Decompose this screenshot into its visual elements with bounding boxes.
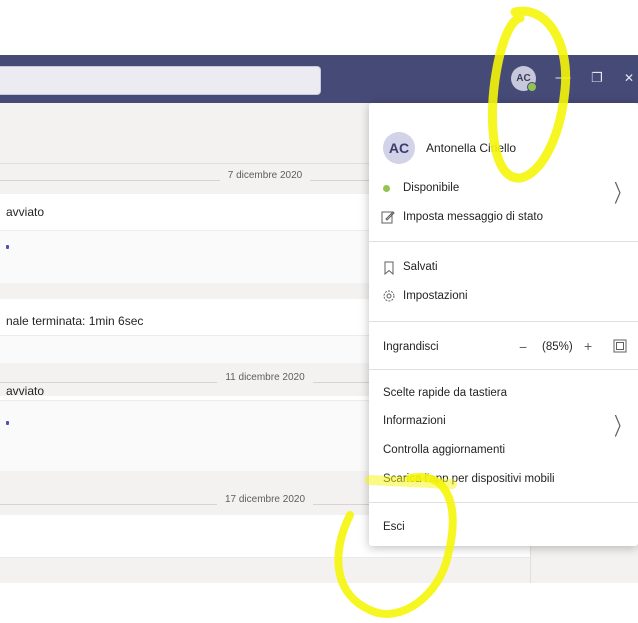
close-button[interactable]: ✕: [620, 70, 638, 86]
message-text: avviato: [6, 205, 45, 219]
info-item[interactable]: Informazioni: [383, 415, 446, 427]
message-text: nale terminata: 1min 6sec: [6, 314, 144, 328]
set-status-message-item[interactable]: Imposta messaggio di stato: [403, 211, 543, 223]
fit-screen-icon[interactable]: [613, 339, 627, 353]
check-updates-item[interactable]: Controlla aggiornamenti: [383, 444, 505, 456]
status-item[interactable]: Disponibile: [403, 182, 459, 194]
zoom-in-button[interactable]: +: [584, 338, 592, 354]
chevron-right-icon: 〉: [614, 182, 631, 208]
download-mobile-app-item[interactable]: Scarica l'app per dispositivi mobili: [383, 473, 555, 485]
zoom-value: (85%): [542, 341, 573, 353]
saved-item[interactable]: Salvati: [403, 261, 438, 273]
settings-item[interactable]: Impostazioni: [403, 290, 468, 302]
status-available-icon: [383, 185, 390, 192]
avatar: AC: [383, 132, 415, 164]
sign-out-item[interactable]: Esci: [383, 521, 405, 533]
chevron-right-icon: 〉: [614, 415, 631, 441]
keyboard-shortcuts-item[interactable]: Scelte rapide da tastiera: [383, 387, 507, 399]
divider: [369, 369, 638, 370]
minimize-button[interactable]: —: [554, 70, 572, 86]
divider: [369, 321, 638, 322]
profile-menu: AC Antonella Ciriello Disponibile 〉 Impo…: [369, 103, 638, 546]
profile-avatar-button[interactable]: AC: [511, 66, 537, 92]
edit-status-icon: [381, 211, 395, 224]
maximize-button[interactable]: ❐: [588, 70, 606, 86]
profile-name[interactable]: Antonella Ciriello: [426, 141, 516, 155]
zoom-out-button[interactable]: −: [519, 339, 527, 355]
zoom-label: Ingrandisci: [383, 341, 439, 353]
bookmark-icon: [384, 261, 394, 275]
status-available-icon: [527, 82, 537, 92]
gear-icon: [383, 290, 395, 302]
divider: [369, 241, 638, 242]
divider: [369, 502, 638, 503]
search-input[interactable]: [0, 66, 321, 95]
message-text: avviato: [6, 384, 45, 398]
